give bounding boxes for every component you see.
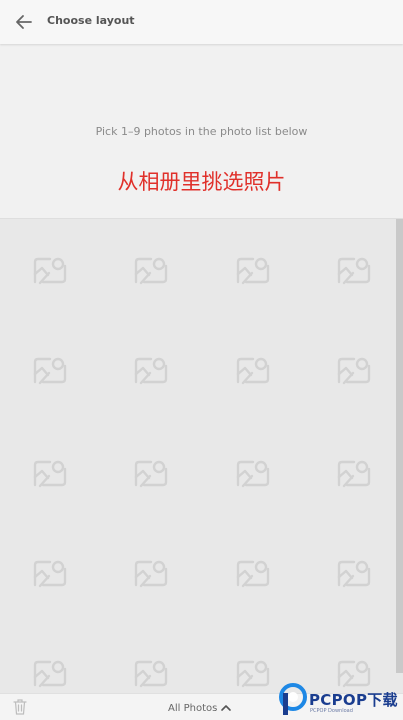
image-placeholder-icon[interactable] [131,657,171,691]
image-placeholder-icon[interactable] [30,254,70,288]
app-bar: Choose layout [0,0,403,44]
arrow-left-icon[interactable] [12,10,36,34]
instruction-text: Pick 1–9 photos in the photo list below [95,125,308,138]
album-selector[interactable]: All Photos [168,700,232,716]
image-placeholder-icon[interactable] [131,254,171,288]
image-placeholder-icon[interactable] [131,354,171,388]
image-placeholder-icon[interactable] [233,354,273,388]
watermark: PCPOP下载 PCPOP Download [279,683,403,720]
image-placeholder-icon[interactable] [131,457,171,491]
image-placeholder-icon[interactable] [30,354,70,388]
caption-text: 从相册里挑选照片 [117,170,286,194]
image-placeholder-icon[interactable] [131,557,171,591]
image-placeholder-icon[interactable] [233,254,273,288]
image-placeholder-icon[interactable] [334,354,374,388]
image-placeholder-icon[interactable] [233,557,273,591]
album-selector-label: All Photos [168,702,218,714]
watermark-subtitle: PCPOP Download [310,708,353,714]
scrollbar[interactable] [396,219,403,673]
image-placeholder-icon[interactable] [30,657,70,691]
trash-icon[interactable] [12,698,28,716]
pcpop-logo-icon [279,683,307,715]
watermark-brand: PCPOP下载 [309,691,398,709]
image-placeholder-icon[interactable] [30,557,70,591]
page-title: Choose layout [47,14,135,27]
image-placeholder-icon[interactable] [30,457,70,491]
image-placeholder-icon[interactable] [233,457,273,491]
image-placeholder-icon[interactable] [334,557,374,591]
image-placeholder-icon[interactable] [334,254,374,288]
image-placeholder-icon[interactable] [334,457,374,491]
scrollbar-thumb[interactable] [396,219,403,673]
layout-preview-panel: Pick 1–9 photos in the photo list below … [0,44,403,219]
chevron-up-icon [221,705,232,711]
photo-grid [0,219,403,693]
image-placeholder-icon[interactable] [233,657,273,691]
